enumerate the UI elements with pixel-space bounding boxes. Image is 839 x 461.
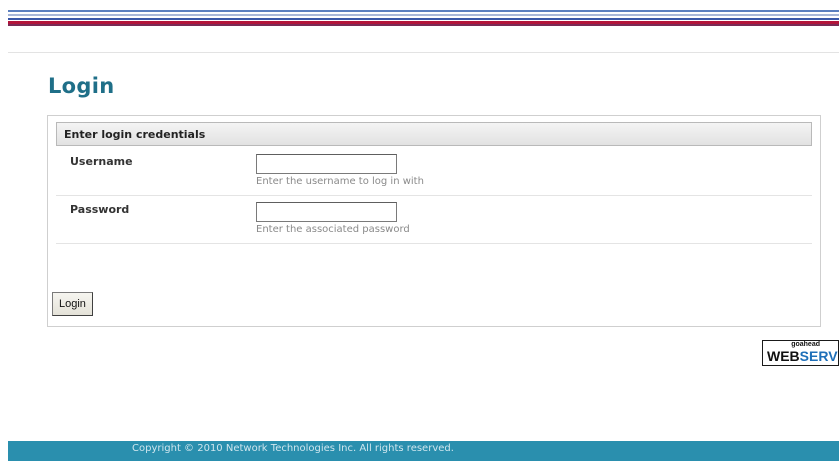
password-hint: Enter the associated password <box>256 224 410 235</box>
password-label: Password <box>70 203 130 216</box>
username-input[interactable] <box>256 154 397 174</box>
logo-main-text: WEBSERVER <box>767 348 838 364</box>
panel-header: Enter login credentials <box>56 122 812 146</box>
logo-small-text: goahead <box>791 341 820 348</box>
login-button[interactable]: Login <box>52 292 93 316</box>
username-hint: Enter the username to log in with <box>256 176 424 187</box>
logo-server-text: SERVER <box>799 348 838 364</box>
banner-stripe <box>8 18 839 20</box>
panel-header-title: Enter login credentials <box>64 128 206 141</box>
password-row: Password Enter the associated password <box>56 196 812 244</box>
top-banner <box>0 0 839 30</box>
header-divider <box>8 52 839 53</box>
banner-stripe <box>8 24 839 26</box>
footer-copyright: Copyright © 2010 Network Technologies In… <box>132 443 454 454</box>
banner-stripe <box>8 10 839 12</box>
login-panel: Enter login credentials Username Enter t… <box>47 115 821 327</box>
password-input[interactable] <box>256 202 397 222</box>
page-title: Login <box>48 74 115 98</box>
footer: Copyright © 2010 Network Technologies In… <box>8 441 839 461</box>
banner-stripe <box>8 14 839 16</box>
logo-web-text: WEB <box>767 348 800 364</box>
goahead-webserver-logo: goahead WEBSERVER <box>762 340 839 366</box>
username-label: Username <box>70 155 133 168</box>
login-page: Login Enter login credentials Username E… <box>0 0 839 461</box>
username-row: Username Enter the username to log in wi… <box>56 148 812 196</box>
